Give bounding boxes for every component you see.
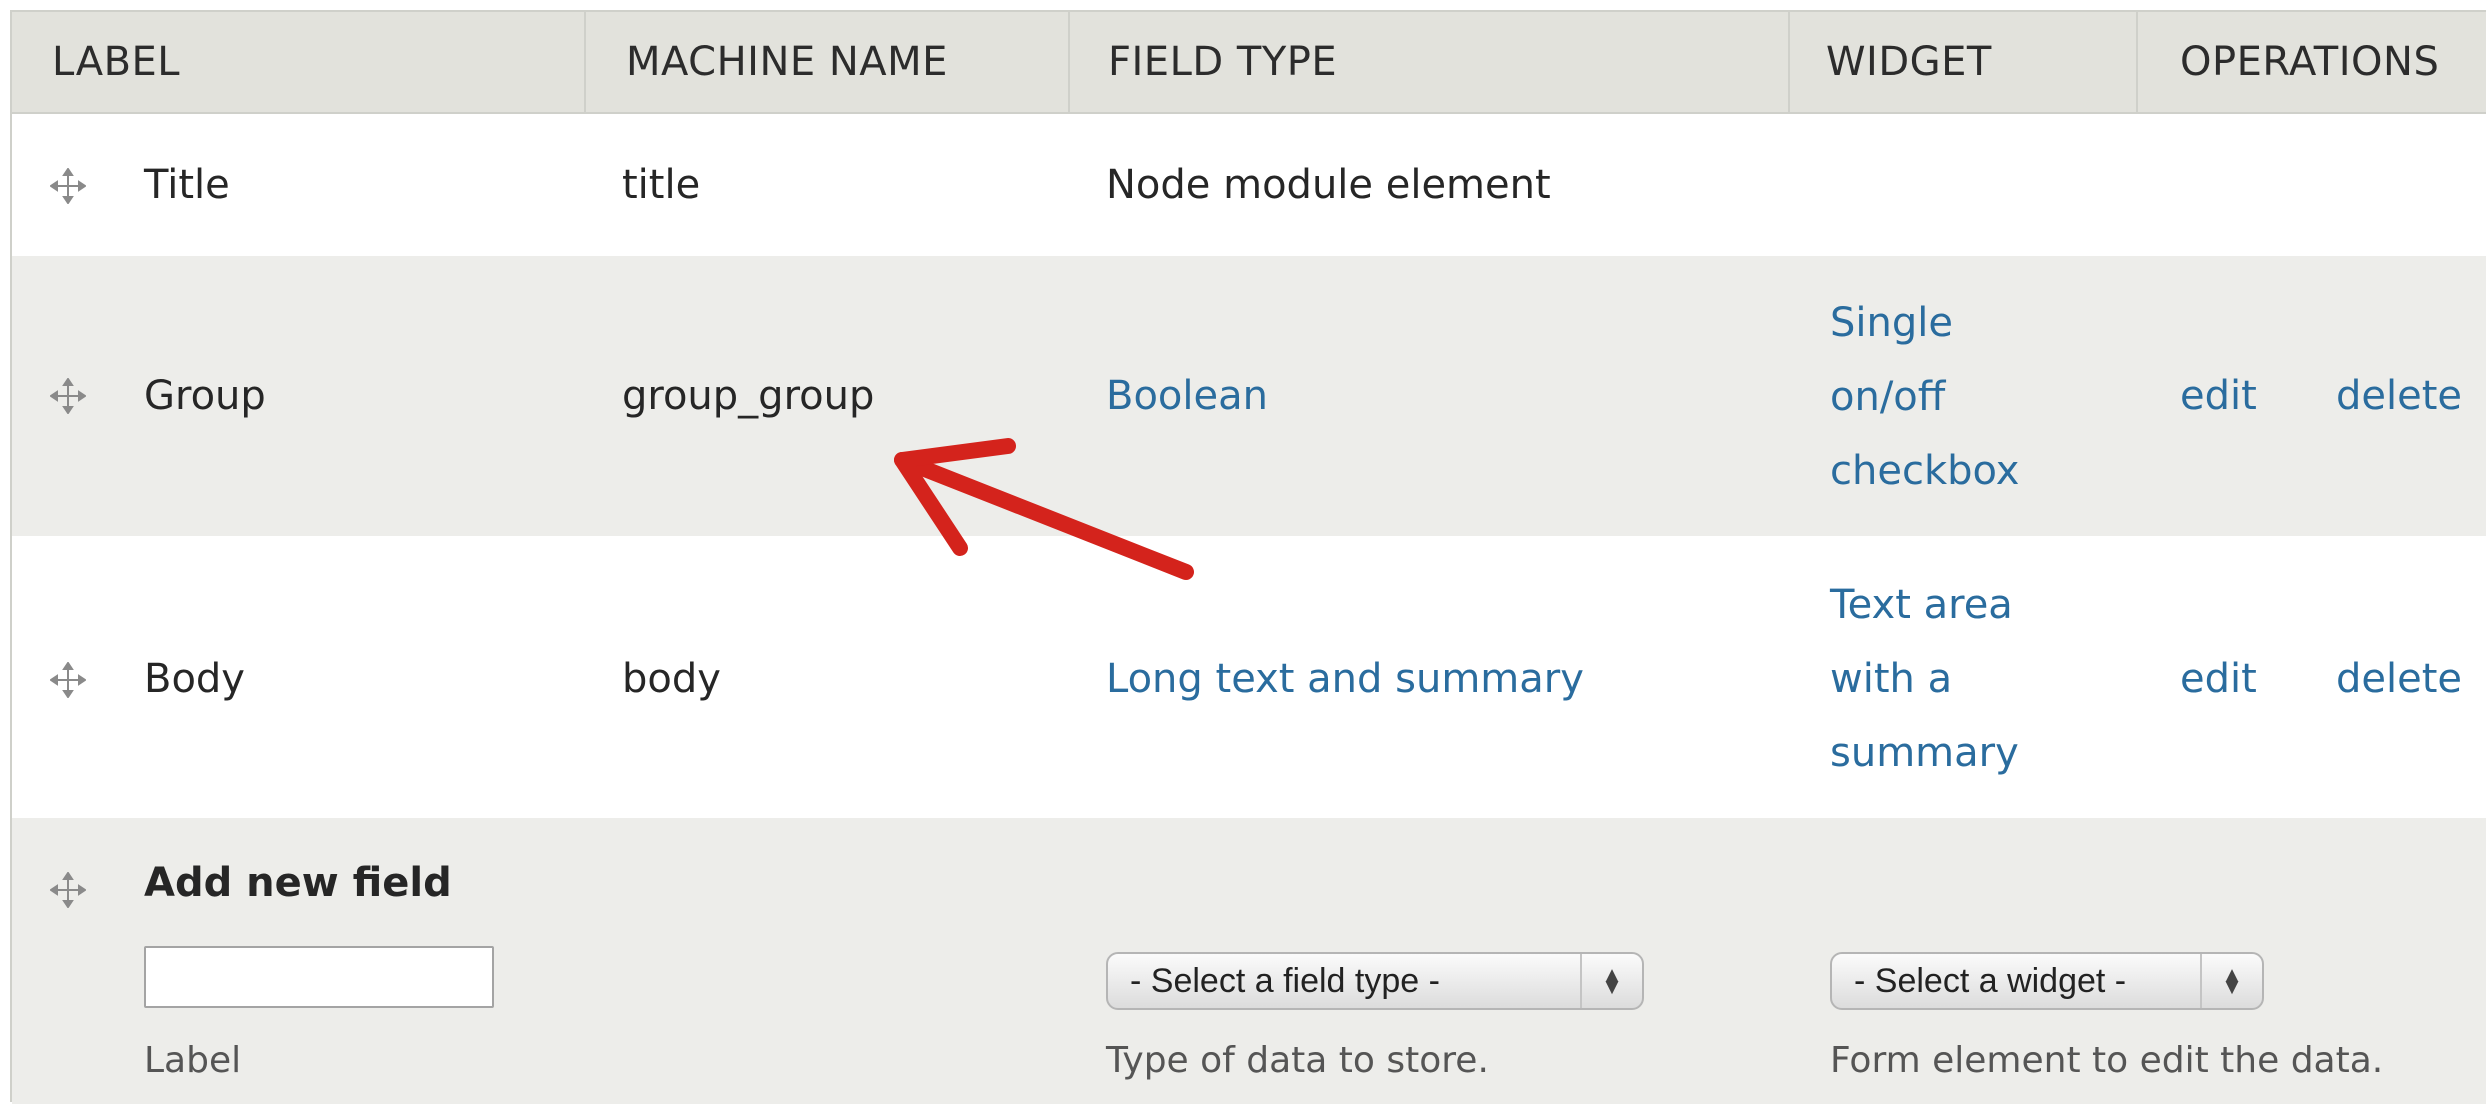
annotation-arrow bbox=[894, 438, 1194, 580]
